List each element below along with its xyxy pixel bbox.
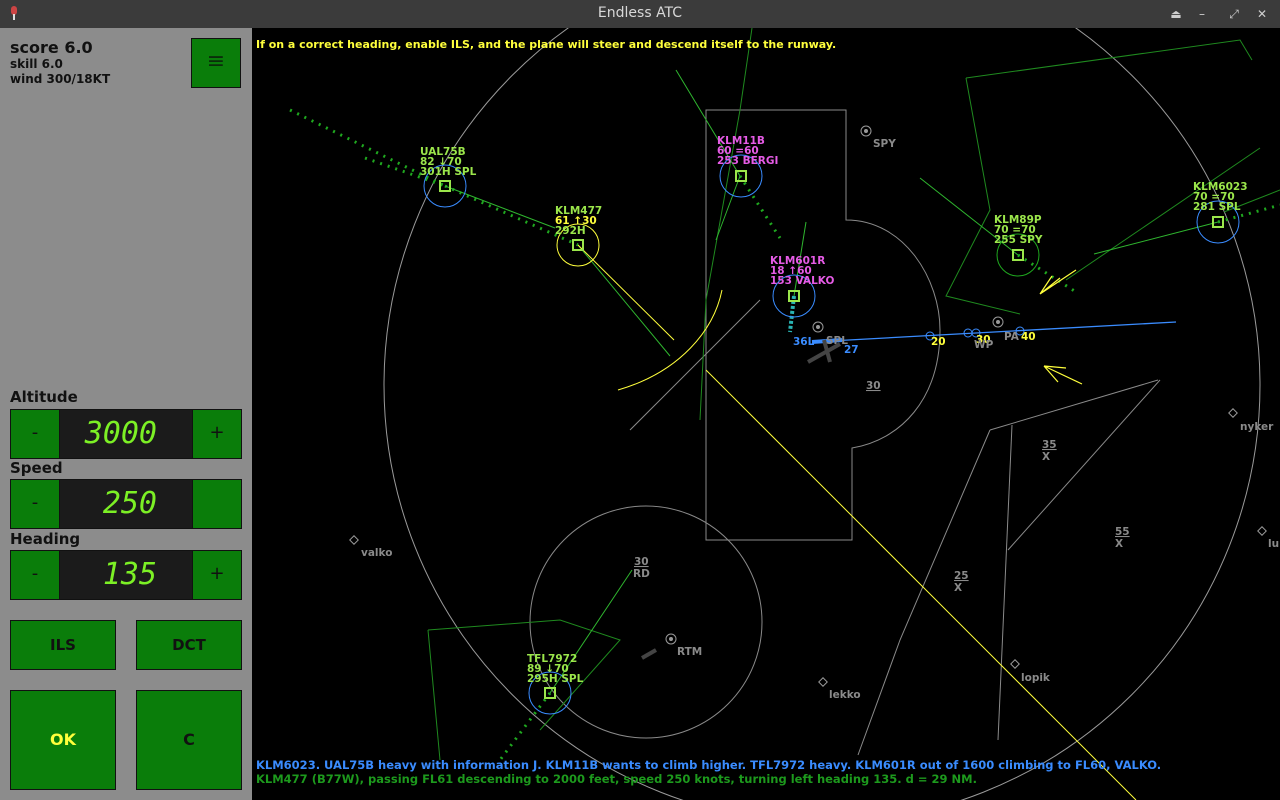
aircraft-klm6023[interactable]: KLM6023 70 =70 281 SPL [1193,181,1248,244]
heading-increase-button[interactable]: + [192,551,241,599]
aircraft-klm89p[interactable]: KLM89P 70 =70 255 SPY [994,214,1043,277]
waypoint-nyker: nyker [1240,421,1274,433]
svg-text:295H SPL: 295H SPL [527,673,584,685]
minimize-button[interactable]: – [1192,4,1212,24]
sector-label-25-bottom: X [954,582,962,594]
aircraft-klm477[interactable]: KLM477 61 ↑30 292H [555,205,602,267]
sector-label-35-bottom: X [1042,451,1050,463]
svg-text:292H: 292H [555,225,586,237]
svg-text:255 SPY: 255 SPY [994,234,1043,246]
cancel-button[interactable]: C [136,690,242,790]
wind-text: wind 300/18KT [10,72,111,86]
radio-message-line1: KLM6023. UAL75B heavy with information J… [256,758,1162,772]
svg-text:153 VALKO: 153 VALKO [770,275,834,287]
speed-increase-button[interactable] [192,480,241,528]
svg-text:253 BERGI: 253 BERGI [717,155,778,167]
radar-range-ring [383,28,1261,800]
dct-button[interactable]: DCT [136,620,242,670]
waypoint-labels: SPY SPL PA WP valko RTM lekko lopik nyke… [361,138,1279,701]
waypoint-spl: SPL [826,335,848,347]
altitude-value: 3000 [84,416,157,451]
sector-label-30rd-bottom: RD [633,568,650,580]
speed-value: 250 [102,486,157,521]
speed-decrease-button[interactable]: - [11,480,60,528]
sector-label-55-top: 55 [1115,526,1130,538]
ils-button[interactable]: ILS [10,620,116,670]
waypoint-spy: SPY [873,138,896,150]
airspace-boundaries [427,28,1280,761]
score-text: score 6.0 [10,38,93,57]
ils-mark-40: 40 [1021,331,1036,343]
skill-text: skill 6.0 [10,57,63,71]
ok-button[interactable]: OK [10,690,116,790]
svg-text:301H SPL: 301H SPL [420,166,477,178]
menu-button[interactable]: ≡ [191,38,241,88]
eject-icon[interactable]: ⏏ [1166,4,1186,24]
speed-control: - 250 [10,479,242,529]
aircraft-trails [289,108,1280,761]
waypoint-valko: valko [361,547,392,559]
waypoint-rtm: RTM [677,646,702,658]
heading-value: 135 [102,557,157,592]
ils-mark-20: 20 [931,336,946,348]
speed-label: Speed [10,459,63,477]
heading-label: Heading [10,530,81,548]
altitude-label: Altitude [10,388,78,406]
sector-label-35-top: 35 [1042,439,1057,451]
altitude-control: - 3000 + [10,409,242,459]
runway-36l-label: 36L [793,336,815,348]
altitude-decrease-button[interactable]: - [11,410,60,458]
title-bar: Endless ATC ⏏ – ⤢ ✕ [0,0,1280,28]
altitude-increase-button[interactable]: + [192,410,241,458]
waypoint-wp: WP [974,339,994,351]
waypoint-lekko: lekko [829,689,861,701]
waypoint-markers [349,125,1267,687]
heading-decrease-button[interactable]: - [11,551,60,599]
hamburger-icon: ≡ [206,49,226,74]
window-title: Endless ATC [597,5,683,21]
heading-control: - 135 + [10,550,242,600]
maximize-button[interactable]: ⤢ [1224,4,1244,24]
radar-scope[interactable]: 20 30 40 36L 27 SPY SPL PA WP valko RTM … [252,28,1280,800]
waypoint-lu: lu [1268,538,1279,550]
sector-label-30rd-top: 30 [634,556,649,568]
close-button[interactable]: ✕ [1252,4,1272,24]
hint-text: If on a correct heading, enable ILS, and… [256,38,837,51]
aircraft-klm601r[interactable]: KLM601R 18 ↑60 153 VALKO [770,255,834,318]
svg-text:281 SPL: 281 SPL [1193,201,1241,213]
sector-altitude-labels: 30 30 RD 35 X 55 X 25 X [633,380,1130,594]
sector-label-25-top: 25 [954,570,969,582]
control-panel: score 6.0 skill 6.0 wind 300/18KT ≡ Alti… [0,28,252,800]
waypoint-pa: PA [1004,331,1020,343]
sector-label-55-bottom: X [1115,538,1123,550]
sector-lines [629,299,1161,756]
sector-label-30: 30 [866,380,881,392]
radio-message-line2: KLM477 (B77W), passing FL61 descending t… [256,772,977,786]
waypoint-lopik: lopik [1021,672,1051,684]
heading-vectors [444,69,1219,694]
aircraft-tfl7972[interactable]: TFL7972 89 ↓70 295H SPL [527,653,584,715]
